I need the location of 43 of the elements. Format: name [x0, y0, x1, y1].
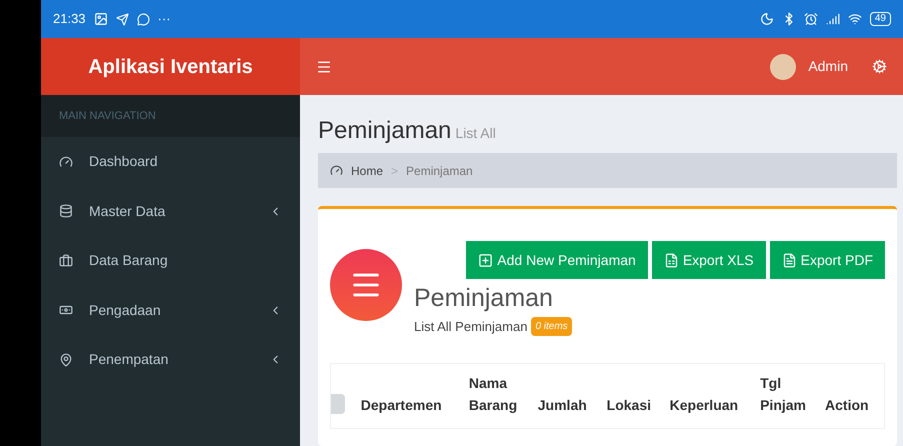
- breadcrumb-link[interactable]: Home: [351, 162, 384, 180]
- more-notifications: ···: [158, 10, 171, 28]
- header-cell-edge: [331, 394, 345, 414]
- document-icon: [782, 252, 797, 268]
- column-header: Action: [824, 396, 870, 414]
- item-count-badge: 0 items: [531, 317, 572, 336]
- brand-title: Aplikasi Iventaris: [88, 54, 253, 80]
- breadcrumb-separator: >: [391, 162, 398, 180]
- menu-icon[interactable]: [316, 58, 332, 74]
- signal-icon: [826, 12, 840, 26]
- spreadsheet-icon: [664, 252, 679, 268]
- chat-icon: [136, 12, 150, 26]
- sidebar-item[interactable]: Dashboard: [41, 137, 300, 186]
- alarm-icon: [804, 12, 818, 26]
- wifi-icon: [848, 12, 862, 26]
- sidebar-item[interactable]: Data Barang: [41, 236, 300, 286]
- dashboard-icon: [330, 164, 343, 177]
- column-header: Nama Barang: [468, 374, 518, 415]
- image-icon: [94, 12, 108, 26]
- column-header: Jumlah: [536, 396, 588, 414]
- page-title: Peminjaman: [318, 116, 452, 146]
- column-header: Departemen: [360, 396, 443, 415]
- page-subtitle: List All: [455, 124, 496, 143]
- nav-icon: [59, 352, 73, 367]
- nav-icon: [59, 154, 73, 169]
- column-header: Keperluan: [668, 396, 740, 415]
- battery-level: 49: [870, 12, 891, 26]
- nav-icon: [59, 204, 73, 218]
- nav-icon: [59, 254, 73, 268]
- clock-time: 21:33: [53, 10, 86, 28]
- settings-icon[interactable]: [872, 59, 887, 74]
- column-header: Lokasi: [606, 396, 652, 414]
- column-header: Tgl Pinjam: [759, 374, 807, 415]
- send-icon: [116, 12, 129, 26]
- sidebar-item[interactable]: Pengadaan: [41, 286, 300, 335]
- sidebar-item[interactable]: Master Data: [41, 186, 300, 236]
- box-title: Peminjaman: [414, 283, 554, 313]
- sidebar-heading: MAIN NAVIGATION: [59, 108, 156, 124]
- user-name[interactable]: Admin: [808, 56, 848, 77]
- plus-icon: [478, 252, 494, 268]
- box-subtitle: List All Peminjaman: [414, 318, 528, 336]
- sidebar-item[interactable]: Penempatan: [41, 335, 300, 384]
- moon-icon: [760, 12, 774, 26]
